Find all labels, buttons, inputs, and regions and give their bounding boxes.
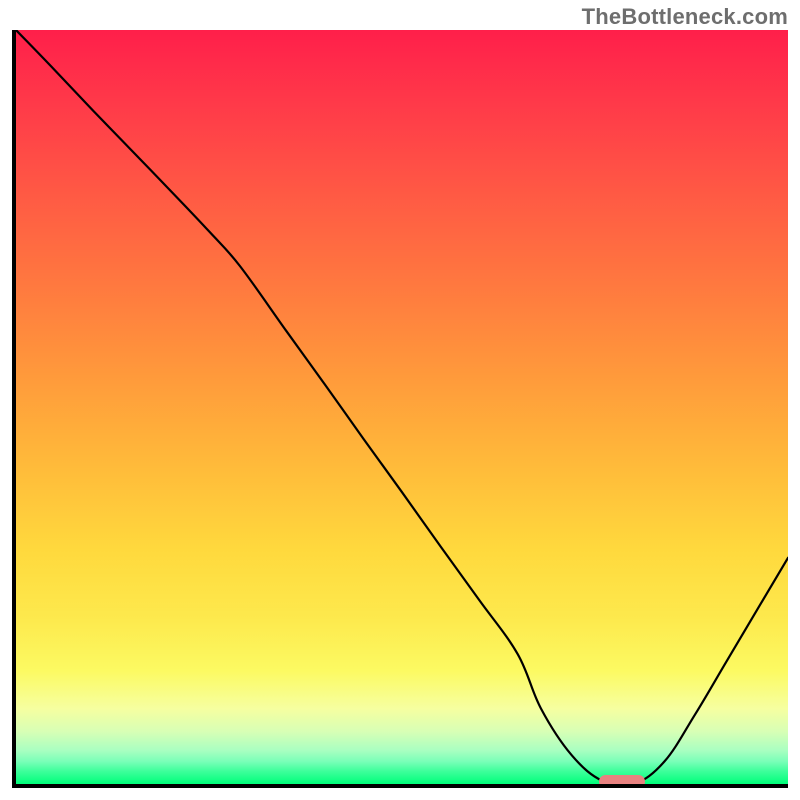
minimum-marker xyxy=(599,775,645,788)
watermark-label: TheBottleneck.com xyxy=(582,4,788,30)
chart-frame: TheBottleneck.com xyxy=(0,0,800,800)
plot-area xyxy=(12,30,788,788)
bottleneck-curve xyxy=(16,30,788,784)
